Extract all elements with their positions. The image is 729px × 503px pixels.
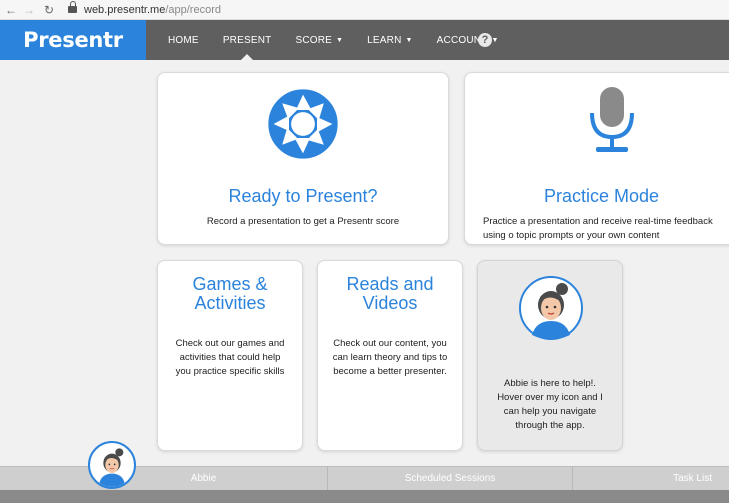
- brand-logo[interactable]: Presentr: [0, 20, 146, 60]
- help-icon[interactable]: ?: [478, 33, 492, 47]
- nav-item-label: HOME: [168, 34, 199, 46]
- nav-item-score[interactable]: SCORE ▼: [283, 20, 355, 60]
- nav-item-label: PRESENT: [222, 34, 272, 46]
- forward-arrow-icon[interactable]: →: [22, 3, 36, 17]
- reads-card-title: Reads and Videos: [346, 274, 434, 313]
- practice-card[interactable]: Practice Mode Practice a presentation an…: [464, 72, 729, 245]
- abbie-help-card: Abbie is here to help!. Hover over my ic…: [477, 260, 623, 451]
- reads-card[interactable]: Reads and Videos Check out our content, …: [317, 260, 463, 451]
- nav-menu: HOME PRESENT SCORE ▼ LEARN ▼ ACCOUNT ▼: [156, 20, 511, 60]
- reads-card-text: Check out our content, you can learn the…: [332, 338, 448, 377]
- main-navbar: Presentr HOME PRESENT SCORE ▼ LEARN ▼ ACCO…: [0, 20, 729, 60]
- abbie-avatar-icon: [99, 448, 125, 487]
- bottom-tab-abbie[interactable]: Abbie: [0, 467, 328, 490]
- bottom-strip: [0, 490, 729, 503]
- address-bar[interactable]: web.presentr.me/app/record: [84, 4, 221, 16]
- abbie-avatar-icon[interactable]: [518, 275, 584, 341]
- present-card[interactable]: Ready to Present? Record a presentation …: [157, 72, 449, 245]
- camera-aperture-icon: [268, 89, 338, 159]
- caret-down-icon: ▼: [336, 36, 344, 44]
- url-host: web.presentr.me: [84, 3, 166, 16]
- microphone-icon: [590, 87, 634, 152]
- bottom-tab-scheduled-sessions[interactable]: Scheduled Sessions: [328, 467, 573, 490]
- games-card-title: Games & Activities: [192, 274, 268, 313]
- nav-item-account[interactable]: ACCOUNT ▼: [425, 20, 511, 60]
- nav-item-label: SCORE: [295, 34, 333, 46]
- nav-item-present[interactable]: PRESENT: [211, 20, 284, 60]
- nav-item-learn[interactable]: LEARN ▼: [355, 20, 425, 60]
- present-card-text: Record a presentation to get a Presentr …: [206, 216, 400, 227]
- caret-down-icon: ▼: [405, 36, 413, 44]
- lock-icon: [68, 1, 78, 14]
- url-path: /app/record: [165, 3, 221, 16]
- reload-icon[interactable]: ↻: [42, 3, 56, 17]
- back-arrow-icon[interactable]: ←: [4, 3, 18, 17]
- abbie-help-text: Abbie is here to help!. Hover over my ic…: [497, 378, 603, 431]
- abbie-avatar[interactable]: [88, 441, 136, 489]
- nav-item-label: LEARN: [367, 34, 402, 46]
- caret-down-icon: ▼: [491, 36, 499, 44]
- bottom-tab-task-list[interactable]: Task List: [573, 467, 728, 490]
- games-card[interactable]: Games & Activities Check out our games a…: [157, 260, 303, 451]
- games-card-text: Check out our games and activities that …: [175, 338, 285, 377]
- practice-card-text: Practice a presentation and receive real…: [483, 216, 713, 241]
- present-card-title: Ready to Present?: [228, 186, 378, 206]
- browser-toolbar: ← → ↻ web.presentr.me/app/record: [0, 0, 729, 20]
- nav-item-home[interactable]: HOME: [156, 20, 211, 60]
- practice-card-title: Practice Mode: [543, 186, 660, 206]
